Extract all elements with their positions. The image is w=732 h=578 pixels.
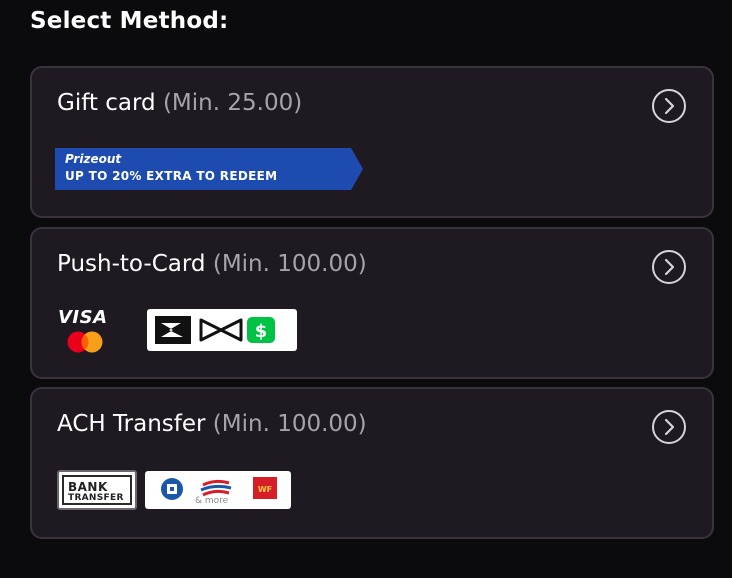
svg-text:WF: WF xyxy=(258,485,272,494)
method-card-ach-transfer[interactable]: ACH Transfer (Min. 100.00) BANK TRANSFER xyxy=(30,387,714,539)
push-card-logos: $ xyxy=(147,309,297,351)
prizeout-banner: Prizeout UP TO 20% EXTRA TO REDEEM xyxy=(55,148,363,190)
method-card-push-to-card[interactable]: Push-to-Card (Min. 100.00) VISA $ xyxy=(30,227,714,379)
bank-transfer-line2: TRANSFER xyxy=(68,493,124,503)
prizeout-tagline: UP TO 20% EXTRA TO REDEEM xyxy=(65,169,278,183)
bank-transfer-line1: BANK xyxy=(68,480,108,494)
method-title-gift-card: Gift card (Min. 25.00) xyxy=(57,90,302,116)
method-card-gift-card[interactable]: Gift card (Min. 25.00) Prizeout UP TO 20… xyxy=(30,66,714,218)
method-title-ach-transfer: ACH Transfer (Min. 100.00) xyxy=(57,411,367,437)
chevron-right-circle-icon[interactable] xyxy=(651,88,687,124)
method-min-amount: (Min. 100.00) xyxy=(212,411,367,437)
method-name: Gift card xyxy=(57,90,156,116)
and-more-label: & more xyxy=(195,496,229,506)
page-title: Select Method: xyxy=(30,8,229,34)
bank-logos: WF & more xyxy=(145,471,291,509)
skrill-bowtie-cashapp-icons: $ xyxy=(155,316,275,344)
method-min-amount: (Min. 25.00) xyxy=(162,90,303,116)
chevron-right-circle-icon[interactable] xyxy=(651,249,687,285)
method-title-push-to-card: Push-to-Card (Min. 100.00) xyxy=(57,251,367,277)
bank-transfer-icon: BANK TRANSFER xyxy=(57,470,137,510)
method-name: ACH Transfer xyxy=(57,411,206,437)
mastercard-icon xyxy=(67,331,103,353)
method-name: Push-to-Card xyxy=(57,251,206,277)
select-method-screen: Select Method: Gift card (Min. 25.00) Pr… xyxy=(0,0,732,578)
prizeout-brand: Prizeout xyxy=(65,152,122,166)
method-min-amount: (Min. 100.00) xyxy=(212,251,367,277)
visa-logo-text: VISA xyxy=(58,307,108,328)
svg-text:$: $ xyxy=(255,321,268,342)
visa-mastercard-logo: VISA xyxy=(58,307,118,353)
bank-transfer-frame: BANK TRANSFER xyxy=(62,475,132,505)
chevron-right-circle-icon[interactable] xyxy=(651,409,687,445)
